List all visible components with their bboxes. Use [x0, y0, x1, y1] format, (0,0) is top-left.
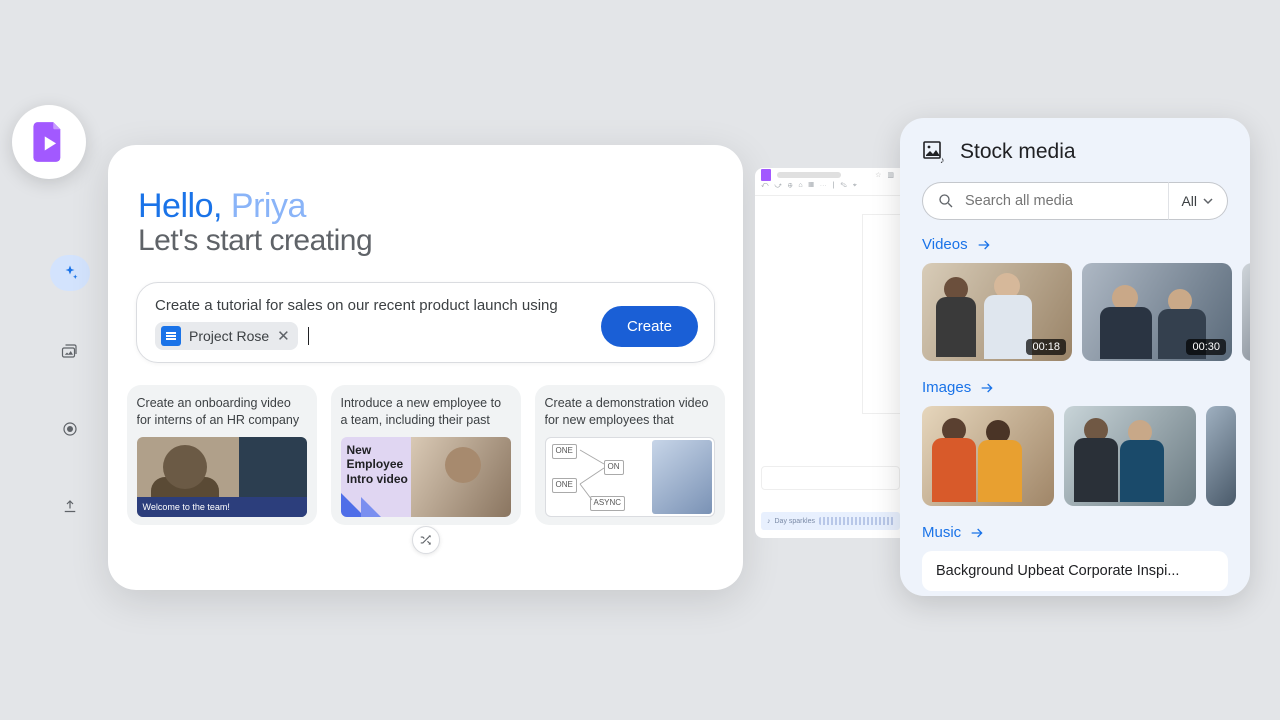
images-row — [922, 406, 1228, 506]
waveform — [819, 517, 894, 525]
greeting-subtitle: Let's start creating — [138, 224, 713, 258]
arrow-right-icon — [976, 237, 992, 253]
toolbar-ghost: ⤺ ⤻ ⊕ ⌂ ▦ ⋯ | ✎ ⌖ — [755, 182, 900, 196]
docs-icon — [161, 326, 181, 346]
flow-lines — [546, 438, 656, 517]
video-duration: 00:18 — [1026, 339, 1066, 355]
arrow-right-icon — [969, 525, 985, 541]
videos-section-link[interactable]: Videos — [922, 236, 1228, 253]
images-section-link[interactable]: Images — [922, 379, 1228, 396]
template-thumb: Welcome to the team! — [137, 437, 307, 517]
canvas-ghost — [862, 214, 900, 414]
nav-upload[interactable] — [50, 489, 90, 525]
template-desc: Create a demonstration video for new emp… — [545, 395, 715, 429]
image-thumb-overflow[interactable] — [1206, 406, 1236, 506]
side-nav — [48, 255, 92, 525]
chip-remove-icon[interactable]: ✕ — [277, 327, 290, 345]
template-desc: Introduce a new employee to a team, incl… — [341, 395, 511, 429]
shuffle-button[interactable] — [412, 526, 440, 554]
editor-preview: ☆ ▥ ⤺ ⤻ ⊕ ⌂ ▦ ⋯ | ✎ ⌖ ♪ Day sparkles — [755, 168, 900, 538]
template-card-3[interactable]: Create a demonstration video for new emp… — [535, 385, 725, 525]
search-icon — [937, 192, 955, 210]
media-search-input[interactable] — [965, 193, 1154, 209]
nav-create[interactable] — [50, 255, 90, 291]
attachment-chip[interactable]: Project Rose ✕ — [155, 322, 298, 350]
template-card-1[interactable]: Create an onboarding video for interns o… — [127, 385, 317, 525]
template-thumb: ONE ON ONE ASYNC — [545, 437, 715, 517]
filter-label: All — [1181, 193, 1197, 209]
upload-icon — [61, 498, 79, 516]
videos-row: 00:18 00:30 — [922, 263, 1228, 361]
move-icon: ▥ — [887, 171, 894, 179]
clip-music-icon: ♪ — [767, 518, 771, 525]
stock-media-panel: ♪ Stock media All Videos 00:18 00:30 Ima… — [900, 118, 1250, 596]
prompt-box[interactable]: Create a tutorial for sales on our recen… — [136, 282, 715, 363]
timeline-ghost: ♪ Day sparkles — [761, 512, 900, 530]
greeting-name: Priya — [231, 187, 306, 225]
ruler-ghost — [761, 466, 900, 490]
nav-media[interactable] — [50, 333, 90, 369]
template-card-2[interactable]: Introduce a new employee to a team, incl… — [331, 385, 521, 525]
image-stack-icon — [61, 342, 79, 360]
video-duration: 00:30 — [1186, 339, 1226, 355]
greeting-hello: Hello, — [138, 187, 222, 225]
greeting-heading: Hello, Priya — [138, 187, 713, 226]
svg-text:♪: ♪ — [940, 155, 945, 164]
clip-label: Day sparkles — [775, 518, 815, 525]
text-caret — [308, 327, 309, 345]
media-search-box[interactable] — [922, 182, 1168, 220]
create-card: Hello, Priya Let's start creating Create… — [108, 145, 743, 590]
star-icon: ☆ — [875, 171, 881, 179]
vids-mini-icon — [761, 169, 771, 181]
template-caption: Welcome to the team! — [137, 497, 307, 517]
create-button[interactable]: Create — [601, 306, 698, 347]
chip-label: Project Rose — [189, 328, 269, 344]
sparkle-icon — [61, 264, 79, 282]
app-logo-badge — [12, 105, 86, 179]
stock-media-title: Stock media — [960, 140, 1076, 164]
template-suggestions: Create an onboarding video for interns o… — [108, 363, 743, 525]
shuffle-icon — [419, 533, 433, 547]
record-icon — [61, 420, 79, 438]
nav-record[interactable] — [50, 411, 90, 447]
arrow-right-icon — [979, 380, 995, 396]
chevron-down-icon — [1203, 196, 1213, 206]
template-thumb-text: New Employee Intro video — [347, 443, 417, 486]
image-thumb[interactable] — [922, 406, 1054, 506]
video-thumb[interactable]: 00:18 — [922, 263, 1072, 361]
template-desc: Create an onboarding video for interns o… — [137, 395, 307, 429]
doc-title-placeholder — [777, 172, 841, 178]
stock-media-icon: ♪ — [922, 140, 946, 164]
vids-app-icon — [32, 122, 66, 162]
video-thumb[interactable]: 00:30 — [1082, 263, 1232, 361]
template-thumb: New Employee Intro video — [341, 437, 511, 517]
music-track-item[interactable]: Background Upbeat Corporate Inspi... — [922, 551, 1228, 591]
video-thumb-overflow[interactable] — [1242, 263, 1250, 361]
image-thumb[interactable] — [1064, 406, 1196, 506]
media-filter-dropdown[interactable]: All — [1168, 182, 1228, 220]
prompt-text[interactable]: Create a tutorial for sales on our recen… — [155, 297, 587, 314]
music-section-link[interactable]: Music — [922, 524, 1228, 541]
